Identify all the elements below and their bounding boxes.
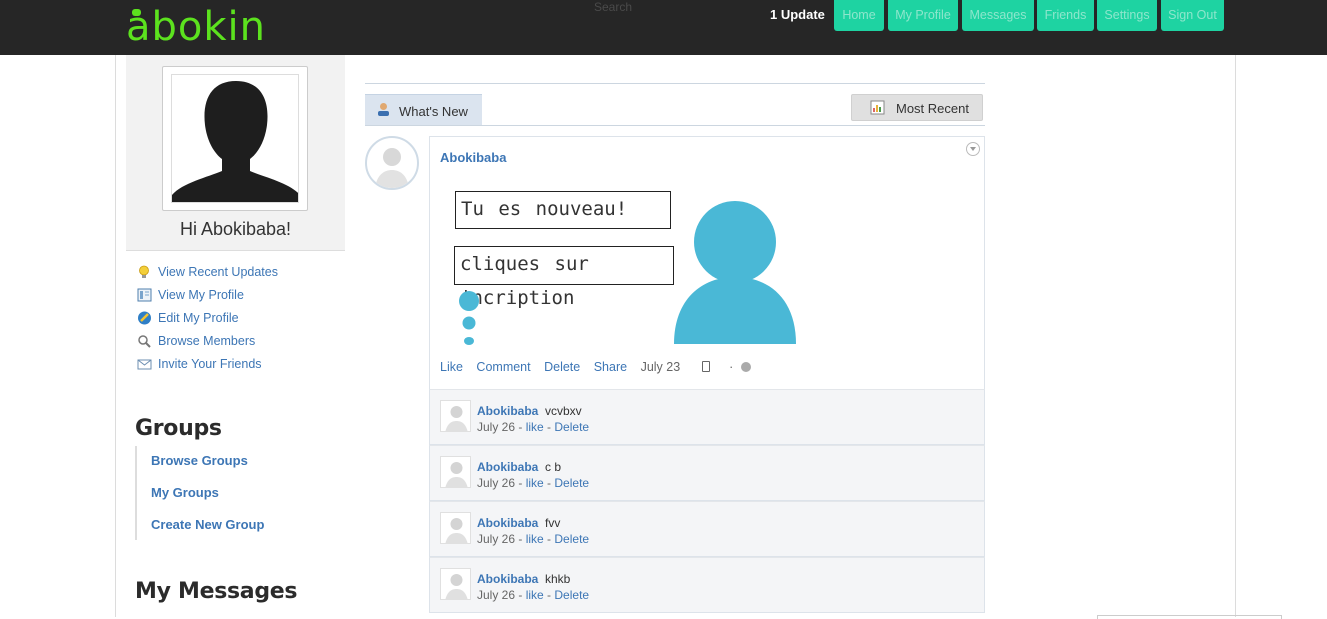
- search-input[interactable]: [594, 0, 734, 14]
- comment-text: khkb: [545, 572, 571, 586]
- envelope-icon: [137, 357, 152, 371]
- comment-text: vcvbxv: [545, 404, 582, 418]
- commenter-avatar[interactable]: [440, 568, 471, 600]
- groups-divider: [135, 446, 137, 540]
- person-illustration-icon: [674, 201, 796, 344]
- post-author[interactable]: Abokibaba: [440, 150, 506, 165]
- link-label: View My Profile: [158, 288, 244, 302]
- lightbulb-icon: [137, 265, 152, 279]
- site-logo[interactable]: abokin: [126, 2, 266, 52]
- like-link[interactable]: Like: [440, 360, 463, 374]
- default-avatar-icon: [445, 574, 468, 599]
- nav-settings-button[interactable]: Settings: [1097, 0, 1157, 31]
- tab-label: Most Recent: [896, 101, 969, 116]
- comment-meta: July 26 - like - Delete: [477, 588, 590, 602]
- nav-friends-button[interactable]: Friends: [1037, 0, 1094, 31]
- commenter-name[interactable]: Abokibaba: [477, 404, 538, 418]
- commenter-name[interactable]: Abokibaba: [477, 516, 538, 530]
- speech-bubble-2: cliques sur incription: [454, 246, 674, 309]
- tab-label: What's New: [399, 104, 468, 119]
- nav-messages-button[interactable]: Messages: [962, 0, 1034, 31]
- greeting: Hi Abokibaba!: [179, 219, 292, 239]
- nav-sign-out-button[interactable]: Sign Out: [1161, 0, 1224, 31]
- comment-link[interactable]: Comment: [476, 360, 530, 374]
- comment-date: July 26: [477, 420, 516, 434]
- default-avatar-icon: [375, 148, 409, 188]
- comment-delete-link[interactable]: Delete: [554, 532, 589, 546]
- link-label: Browse Members: [158, 334, 256, 348]
- comment-meta: July 26 - like - Delete: [477, 476, 590, 490]
- thought-dots-icon: [459, 291, 479, 345]
- post-actions: Like Comment Delete Share July 23 ·: [440, 360, 761, 374]
- comment-item: Abokibaba vcvbxv July 26 - like - Delete: [429, 389, 985, 445]
- tab-whats-new[interactable]: What's New: [365, 94, 482, 125]
- silhouette-icon: [172, 81, 298, 202]
- my-messages-heading: My Messages: [135, 579, 298, 604]
- comment-delete-link[interactable]: Delete: [554, 588, 589, 602]
- comment-like-link[interactable]: like: [526, 532, 544, 546]
- post-date: July 23: [640, 360, 681, 374]
- tab-most-recent[interactable]: Most Recent: [851, 94, 983, 121]
- globe-icon: [740, 362, 751, 372]
- link-label: Edit My Profile: [158, 311, 239, 325]
- nav-home-button[interactable]: Home: [834, 0, 884, 31]
- delete-link[interactable]: Delete: [544, 360, 580, 374]
- comment-delete-link[interactable]: Delete: [554, 420, 589, 434]
- share-link[interactable]: Share: [594, 360, 627, 374]
- calendar-chart-icon: [870, 100, 885, 120]
- post-options-icon[interactable]: [966, 142, 980, 156]
- comment-item: Abokibaba khkb July 26 - like - Delete: [429, 557, 985, 613]
- my-groups-link[interactable]: My Groups: [151, 485, 219, 500]
- logo-text: abokin: [126, 4, 267, 50]
- profile-page-icon: [137, 288, 152, 302]
- meta-separator: ·: [729, 360, 734, 374]
- link-label: View Recent Updates: [158, 265, 278, 279]
- tab-top-rule: [365, 83, 985, 84]
- pencil-icon: [137, 311, 152, 325]
- commenter-name[interactable]: Abokibaba: [477, 572, 538, 586]
- default-avatar-icon: [445, 518, 468, 543]
- comment-item: Abokibaba fvv July 26 - like - Delete: [429, 501, 985, 557]
- comment-like-link[interactable]: like: [526, 588, 544, 602]
- groups-heading: Groups: [135, 416, 222, 441]
- comment-date: July 26: [477, 476, 516, 490]
- page-frame-left: [115, 55, 116, 617]
- activity-post: Abokibaba Tu es nouveau! cliques sur inc…: [429, 136, 985, 389]
- comment-text: c b: [545, 460, 562, 474]
- post-author-avatar[interactable]: [365, 136, 419, 190]
- comment-date: July 26: [477, 532, 516, 546]
- profile-avatar-frame[interactable]: [162, 66, 308, 211]
- comment-item: Abokibaba c b July 26 - like - Delete: [429, 445, 985, 501]
- comment-like-link[interactable]: like: [526, 476, 544, 490]
- comment-like-link[interactable]: like: [526, 420, 544, 434]
- magnifier-icon: [137, 334, 152, 348]
- tab-bottom-rule: [365, 125, 985, 126]
- commenter-name[interactable]: Abokibaba: [477, 460, 538, 474]
- updates-count[interactable]: 1 Update: [770, 7, 825, 22]
- chat-dock-edge: [1097, 615, 1282, 619]
- comment-date: July 26: [477, 588, 516, 602]
- commenter-avatar[interactable]: [440, 512, 471, 544]
- commenter-avatar[interactable]: [440, 400, 471, 432]
- default-avatar-icon: [445, 462, 468, 487]
- commenter-avatar[interactable]: [440, 456, 471, 488]
- default-avatar-icon: [445, 406, 468, 431]
- speech-bubble-1: Tu es nouveau!: [455, 191, 671, 229]
- link-label: Invite Your Friends: [158, 357, 262, 371]
- browse-groups-link[interactable]: Browse Groups: [151, 453, 248, 468]
- profile-avatar: [171, 74, 299, 203]
- comment-text: fvv: [545, 516, 561, 530]
- comment-meta: July 26 - like - Delete: [477, 420, 590, 434]
- nav-my-profile-button[interactable]: My Profile: [888, 0, 958, 31]
- page-frame-right: [1235, 55, 1236, 617]
- comment-delete-link[interactable]: Delete: [554, 476, 589, 490]
- logo-accent: [132, 9, 141, 16]
- user-icon: [376, 102, 391, 122]
- comment-meta: July 26 - like - Delete: [477, 532, 590, 546]
- mobile-icon: [701, 361, 710, 372]
- top-bar: abokin 1 Update Home My Profile Messages…: [0, 0, 1327, 55]
- create-new-group-link[interactable]: Create New Group: [151, 517, 264, 532]
